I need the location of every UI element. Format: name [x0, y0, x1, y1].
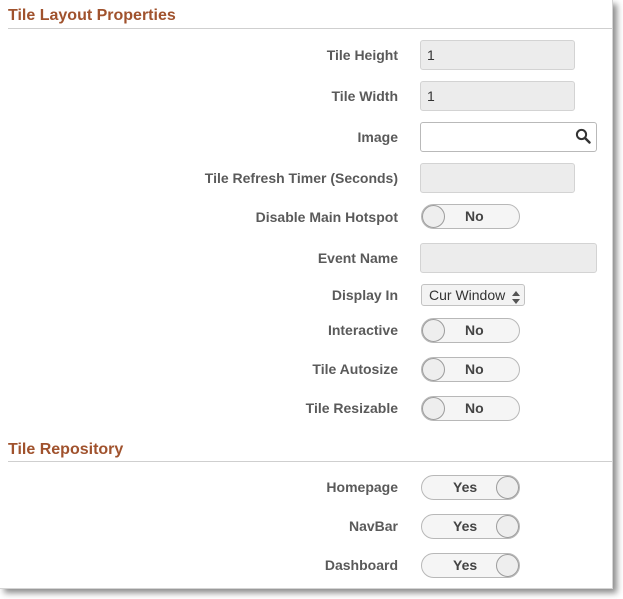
navbar-toggle[interactable]: Yes — [421, 514, 520, 539]
search-icon[interactable] — [575, 128, 591, 144]
toggle-knob — [422, 358, 445, 381]
dashboard-toggle[interactable]: Yes — [421, 553, 520, 578]
interactive-label: Interactive — [327, 322, 398, 338]
toggle-knob — [496, 554, 519, 577]
display-in-label: Display In — [331, 287, 398, 303]
image-search-field[interactable] — [420, 122, 597, 152]
up-down-arrows-icon — [512, 289, 520, 304]
toggle-knob — [422, 319, 445, 342]
event-name-label: Event Name — [317, 250, 398, 266]
display-in-select[interactable]: Cur Window — [421, 284, 525, 306]
toggle-knob — [496, 515, 519, 538]
toggle-state: Yes — [453, 479, 478, 495]
toggle-state: No — [465, 361, 484, 377]
tile-resizable-label: Tile Resizable — [305, 400, 398, 416]
event-name-field[interactable] — [420, 243, 597, 273]
section-divider — [8, 461, 612, 462]
homepage-toggle[interactable]: Yes — [421, 475, 520, 500]
disable-main-hotspot-toggle[interactable]: No — [421, 204, 520, 229]
tile-height-field[interactable]: 1 — [420, 40, 575, 70]
tile-autosize-toggle[interactable]: No — [421, 357, 520, 382]
tile-resizable-toggle[interactable]: No — [421, 396, 520, 421]
display-in-value: Cur Window — [429, 287, 506, 303]
toggle-state: No — [465, 400, 484, 416]
toggle-state: Yes — [453, 518, 478, 534]
section-title-repository: Tile Repository — [8, 441, 124, 458]
tile-autosize-label: Tile Autosize — [312, 361, 398, 377]
toggle-state: No — [465, 208, 484, 224]
disable-main-hotspot-label: Disable Main Hotspot — [255, 209, 398, 225]
refresh-timer-label: Tile Refresh Timer (Seconds) — [204, 170, 398, 186]
toggle-knob — [496, 476, 519, 499]
tile-height-label: Tile Height — [326, 47, 398, 63]
tile-width-label: Tile Width — [331, 88, 399, 104]
toggle-state: Yes — [453, 557, 478, 573]
tile-properties-panel: Tile Layout Properties Tile Height 1 Til… — [0, 0, 613, 589]
toggle-state: No — [465, 322, 484, 338]
toggle-knob — [422, 205, 445, 228]
dashboard-label: Dashboard — [324, 557, 398, 573]
interactive-toggle[interactable]: No — [421, 318, 520, 343]
tile-width-field[interactable]: 1 — [420, 81, 575, 111]
navbar-label: NavBar — [348, 518, 398, 534]
section-title-layout: Tile Layout Properties — [8, 7, 176, 24]
section-divider — [8, 28, 612, 29]
homepage-label: Homepage — [326, 479, 398, 495]
refresh-timer-field[interactable] — [420, 163, 575, 193]
image-label: Image — [357, 129, 398, 145]
toggle-knob — [422, 397, 445, 420]
